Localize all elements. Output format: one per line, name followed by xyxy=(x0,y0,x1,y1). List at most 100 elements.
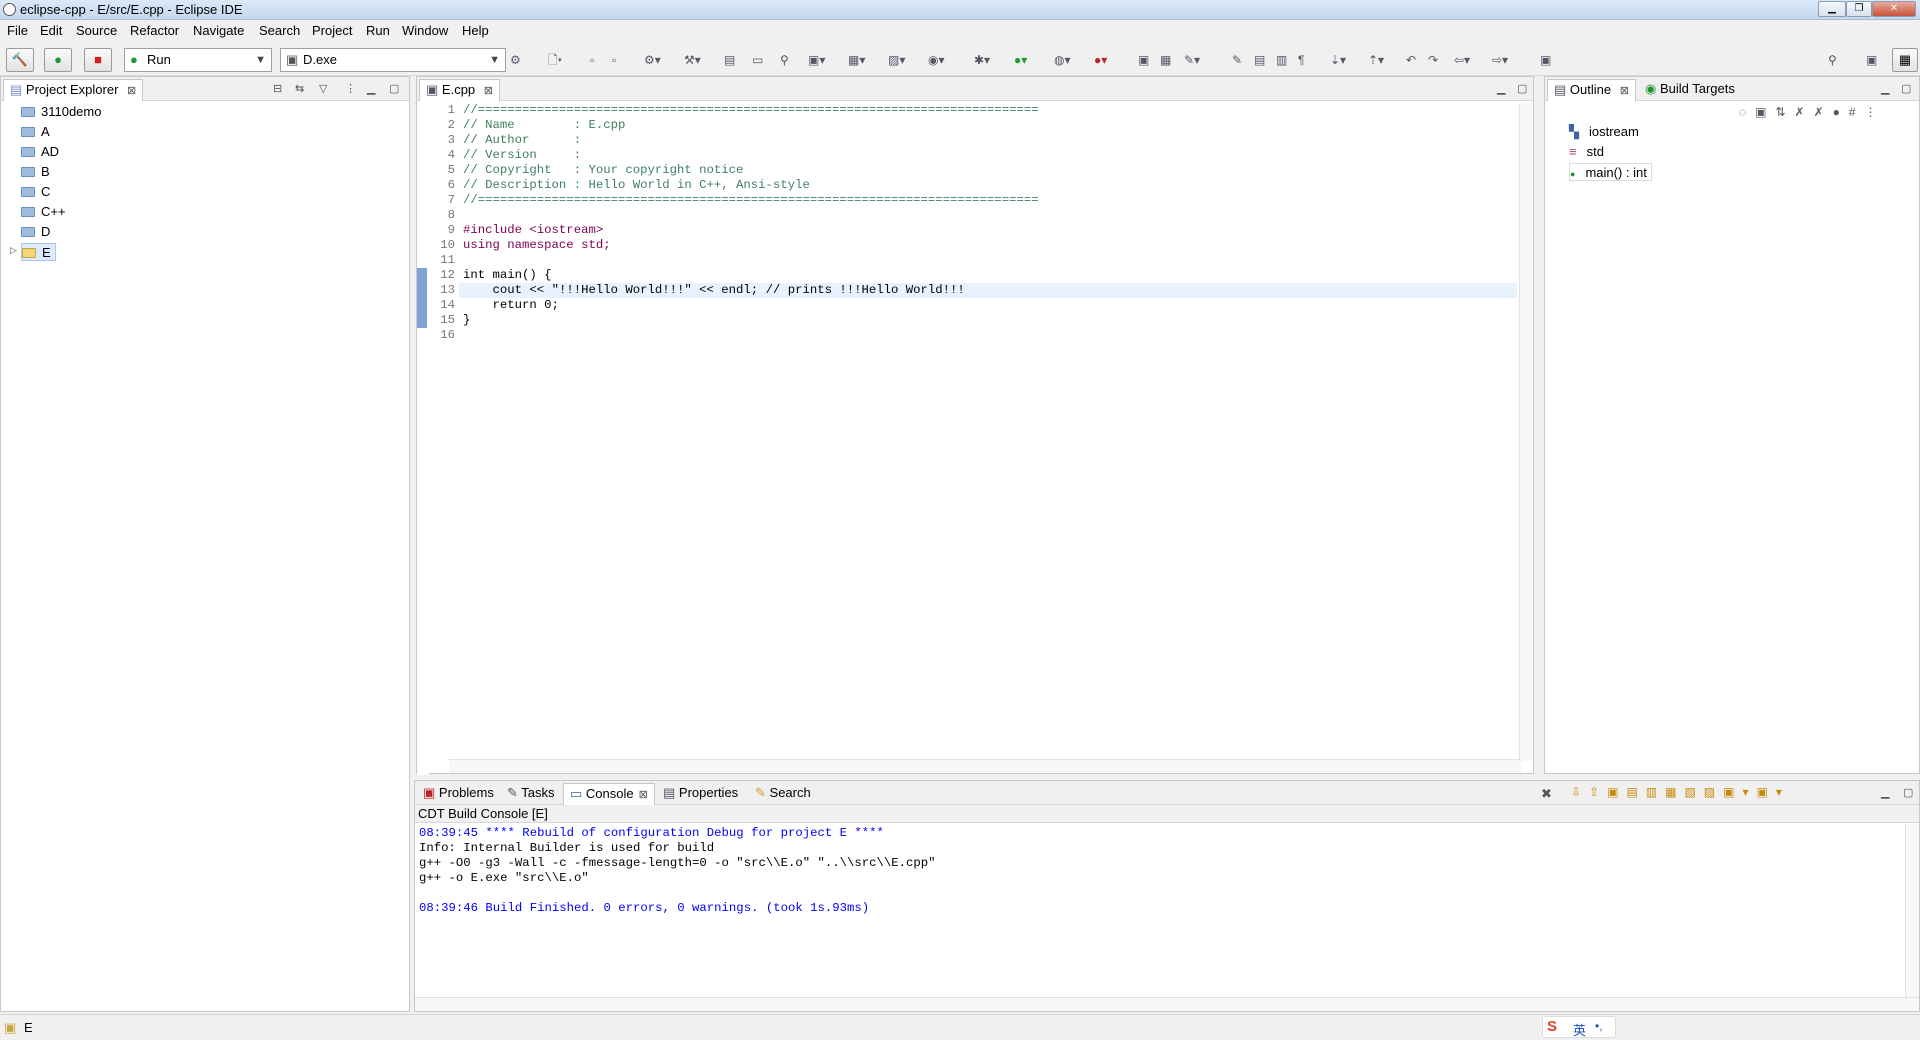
prev-annotation-icon[interactable]: ⇡▾ xyxy=(1368,53,1384,67)
tab-project-explorer[interactable]: ▤ Project Explorer ⊠ xyxy=(3,79,144,101)
word-wrap-icon[interactable]: ▥ xyxy=(1276,53,1287,67)
tree-item-cpp[interactable]: C++ xyxy=(21,203,66,221)
launch-run-button[interactable]: ● xyxy=(44,48,72,72)
launch-config-gear-icon[interactable]: ⚙ xyxy=(510,53,521,67)
minimize-button[interactable]: ▁ xyxy=(1818,1,1846,17)
menu-refactor[interactable]: Refactor xyxy=(130,23,179,38)
code-area[interactable]: 1 2 3 4 5 6 7 8 9 10 11 12 13 14 15 16 /… xyxy=(427,103,1517,343)
save-icon[interactable]: ▫ xyxy=(590,53,594,67)
minimize-icon[interactable]: ▁ xyxy=(1881,82,1889,95)
show-whitespace-icon[interactable]: ¶ xyxy=(1298,53,1304,67)
console-output[interactable]: 08:39:45 **** Rebuild of configuration D… xyxy=(415,824,1905,998)
tab-properties[interactable]: ▤ Properties xyxy=(657,783,744,805)
build-icon[interactable]: ⚒▾ xyxy=(684,53,701,67)
console-vertical-scrollbar[interactable] xyxy=(1905,824,1919,998)
clean-icon[interactable]: ▤ xyxy=(724,53,735,67)
link-editor-icon[interactable]: ⇆ xyxy=(295,82,304,95)
save-all-icon[interactable]: ▫ xyxy=(612,53,616,67)
tab-problems[interactable]: ▣ Problems xyxy=(417,783,500,805)
close-icon[interactable]: ⊠ xyxy=(639,789,648,801)
launch-target-select[interactable]: ▣ D.exe ▼ xyxy=(280,48,506,72)
outline-toolbar-icons[interactable]: ◌▣⇅✗✗●#⋮ xyxy=(1739,105,1886,119)
minimize-icon[interactable]: ▁ xyxy=(1497,82,1505,95)
maximize-icon[interactable]: ▢ xyxy=(389,82,399,95)
editor-horizontal-scrollbar[interactable] xyxy=(449,759,1521,773)
menu-window[interactable]: Window xyxy=(402,23,448,38)
tree-item-c[interactable]: C xyxy=(21,183,50,201)
launch-mode-select[interactable]: ● Run ▼ xyxy=(124,48,272,72)
remove-launch-icon[interactable]: ✖ xyxy=(1541,786,1552,802)
menu-run[interactable]: Run xyxy=(366,23,390,38)
menu-file[interactable]: File xyxy=(7,23,28,38)
pin-editor-icon[interactable]: ▣ xyxy=(1540,53,1551,67)
block-select-icon[interactable]: ▤ xyxy=(1254,53,1265,67)
launch-stop-button[interactable]: ■ xyxy=(84,48,112,72)
tab-outline[interactable]: ▤ Outline ⊠ xyxy=(1547,79,1636,101)
menu-help[interactable]: Help xyxy=(462,23,489,38)
menu-source[interactable]: Source xyxy=(76,23,117,38)
maximize-icon[interactable]: ▢ xyxy=(1517,82,1527,95)
minimize-icon[interactable]: ▁ xyxy=(1881,786,1889,799)
tree-item-a[interactable]: A xyxy=(21,123,50,141)
new-folder-icon[interactable]: ▦▾ xyxy=(848,53,865,67)
console-toolbar-icons[interactable]: ⇩⇧▣▤▥▦▧▨▣▾▣▾ xyxy=(1571,785,1790,799)
tab-tasks[interactable]: ✎ Tasks xyxy=(501,783,561,805)
new-cpp-icon[interactable]: ◉▾ xyxy=(928,53,945,67)
outline-item-main[interactable]: ● main() : int xyxy=(1569,163,1652,181)
maximize-button[interactable]: ❐ xyxy=(1846,1,1872,17)
search-icon[interactable]: ⚲ xyxy=(1828,53,1837,67)
run-icon[interactable]: ●▾ xyxy=(1014,53,1027,67)
tab-e-cpp[interactable]: ▣ E.cpp ⊠ xyxy=(419,79,501,101)
expand-arrow-icon[interactable]: ▷ xyxy=(10,245,17,256)
tab-build-targets[interactable]: ◉ Build Targets xyxy=(1639,79,1741,101)
search-tool-icon[interactable]: ✎▾ xyxy=(1184,53,1200,67)
new-file-icon[interactable]: 🗋▾ xyxy=(548,53,562,67)
minimize-icon[interactable]: ▁ xyxy=(367,82,375,95)
tree-item-ad[interactable]: AD xyxy=(21,143,59,161)
menu-edit[interactable]: Edit xyxy=(40,23,62,38)
build-hammer-button[interactable]: 🔨 xyxy=(6,48,34,72)
mark-occurrences-icon[interactable]: ✎ xyxy=(1232,53,1242,67)
console-horizontal-scrollbar[interactable] xyxy=(415,997,1919,1011)
build-all-icon[interactable]: ⚙▾ xyxy=(644,53,661,67)
new-class-icon[interactable]: ▨▾ xyxy=(888,53,905,67)
maximize-icon[interactable]: ▢ xyxy=(1903,786,1913,799)
next-annotation-icon[interactable]: ⇣▾ xyxy=(1330,53,1346,67)
open-type-icon[interactable]: ▣ xyxy=(1138,53,1149,67)
tree-item-b[interactable]: B xyxy=(21,163,50,181)
tree-item-d[interactable]: D xyxy=(21,223,50,241)
ime-indicator[interactable]: S 英 •, xyxy=(1542,1016,1616,1038)
collapse-all-icon[interactable]: ⊟ xyxy=(273,82,282,95)
maximize-icon[interactable]: ▢ xyxy=(1901,82,1911,95)
menu-project[interactable]: Project xyxy=(312,23,352,38)
debug-icon[interactable]: ✱▾ xyxy=(974,53,990,67)
cpp-perspective-button[interactable]: ▦ xyxy=(1892,48,1918,72)
filter-icon[interactable]: ⚲ xyxy=(780,53,789,67)
menu-search[interactable]: Search xyxy=(259,23,300,38)
open-perspective-icon[interactable]: ▣ xyxy=(1866,53,1877,67)
forward-icon[interactable]: ⇨▾ xyxy=(1492,53,1508,67)
coverage-icon[interactable]: ◍▾ xyxy=(1054,53,1071,67)
outline-icon: ▤ xyxy=(1554,82,1567,97)
tree-item-e[interactable]: E xyxy=(21,243,56,261)
tab-search[interactable]: ✎ Search xyxy=(749,783,817,805)
outline-item-iostream[interactable]: ▚ iostream xyxy=(1569,123,1639,141)
open-folder-icon[interactable]: ▦ xyxy=(1160,53,1171,67)
close-icon[interactable]: ⊠ xyxy=(484,85,493,97)
new-project-icon[interactable]: ▣▾ xyxy=(808,53,825,67)
menu-navigate[interactable]: Navigate xyxy=(193,23,244,38)
last-edit-icon[interactable]: ↶ xyxy=(1406,53,1416,67)
close-icon[interactable]: ⊠ xyxy=(127,85,136,97)
tab-console[interactable]: ▭ Console ⊠ xyxy=(563,783,655,805)
close-button[interactable]: ✕ xyxy=(1872,1,1916,17)
terminal-icon[interactable]: ▭ xyxy=(752,53,763,67)
editor-vertical-scrollbar[interactable] xyxy=(1519,103,1533,761)
forward-edit-icon[interactable]: ↷ xyxy=(1428,53,1438,67)
close-icon[interactable]: ⊠ xyxy=(1620,85,1629,97)
tree-item-3110demo[interactable]: 3110demo xyxy=(21,103,101,121)
outline-item-std[interactable]: ≡ std xyxy=(1569,143,1604,161)
back-icon[interactable]: ⇦▾ xyxy=(1454,53,1470,67)
view-menu-icon[interactable]: ⋮ xyxy=(345,82,356,95)
filter-icon[interactable]: ▽ xyxy=(319,82,327,95)
external-tools-icon[interactable]: ●▾ xyxy=(1094,53,1107,67)
